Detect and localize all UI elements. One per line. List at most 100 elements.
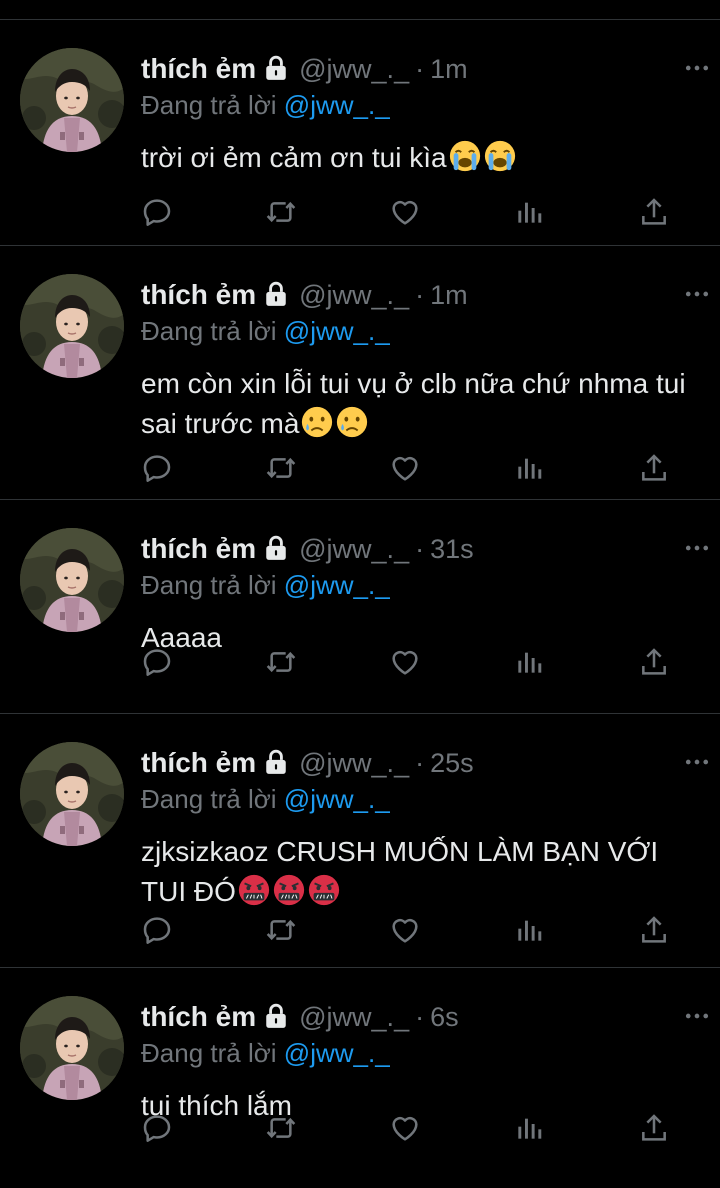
display-name[interactable]: thích ẻm bbox=[141, 53, 256, 85]
face-with-symbols-on-mouth-icon bbox=[272, 873, 306, 907]
tweet[interactable]: thích ẻm @jww_._ · 6s Đang trả lời @jww_… bbox=[0, 968, 720, 1188]
reply-feed: thích ẻm @jww_._ · 1m Đang trả lời @jww_… bbox=[0, 20, 720, 1188]
like-button[interactable] bbox=[389, 914, 421, 946]
reply-button[interactable] bbox=[141, 196, 173, 228]
avatar[interactable] bbox=[20, 274, 124, 378]
reply-button[interactable] bbox=[141, 646, 173, 678]
tweet[interactable]: thích ẻm @jww_._ · 25s Đang trả lời @jww… bbox=[0, 714, 720, 968]
like-button[interactable] bbox=[389, 646, 421, 678]
share-icon bbox=[638, 914, 670, 946]
tweet-content: thích ẻm @jww_._ · 31s Đang trả lời @jww… bbox=[141, 532, 709, 658]
timestamp[interactable]: 1m bbox=[430, 280, 468, 311]
reply-button[interactable] bbox=[141, 1112, 173, 1144]
handle[interactable]: @jww_._ bbox=[299, 280, 409, 311]
avatar[interactable] bbox=[20, 996, 124, 1100]
tweet-actions bbox=[141, 914, 681, 950]
crying-face-icon bbox=[300, 405, 334, 439]
reply-button[interactable] bbox=[141, 452, 173, 484]
share-button[interactable] bbox=[638, 196, 670, 228]
handle[interactable]: @jww_._ bbox=[299, 54, 409, 85]
timestamp[interactable]: 1m bbox=[430, 54, 468, 85]
tweet-actions bbox=[141, 196, 681, 232]
views-button[interactable] bbox=[513, 914, 545, 946]
separator-dot: · bbox=[415, 54, 425, 84]
tweet-text: zjksizkaoz CRUSH MUỐN LÀM BẠN VỚI TUI ĐÓ bbox=[141, 832, 701, 912]
like-button[interactable] bbox=[389, 1112, 421, 1144]
replying-to: Đang trả lời @jww_._ bbox=[141, 570, 701, 604]
retweet-button[interactable] bbox=[265, 1112, 297, 1144]
retweet-icon bbox=[265, 196, 297, 228]
tweet-header: thích ẻm @jww_._ · 31s bbox=[141, 532, 709, 568]
share-button[interactable] bbox=[638, 1112, 670, 1144]
timestamp[interactable]: 25s bbox=[430, 748, 474, 779]
views-icon bbox=[513, 1112, 545, 1144]
lock-icon bbox=[263, 749, 289, 775]
views-button[interactable] bbox=[513, 646, 545, 678]
replying-to-handle[interactable]: @jww_._ bbox=[284, 784, 390, 814]
views-icon bbox=[513, 914, 545, 946]
display-name[interactable]: thích ẻm bbox=[141, 279, 256, 311]
replying-to-label: Đang trả lời bbox=[141, 1038, 277, 1068]
views-icon bbox=[513, 646, 545, 678]
like-button[interactable] bbox=[389, 196, 421, 228]
replying-to-label: Đang trả lời bbox=[141, 316, 277, 346]
display-name[interactable]: thích ẻm bbox=[141, 533, 256, 565]
handle[interactable]: @jww_._ bbox=[299, 534, 409, 565]
tweet[interactable]: thích ẻm @jww_._ · 1m Đang trả lời @jww_… bbox=[0, 20, 720, 246]
retweet-button[interactable] bbox=[265, 196, 297, 228]
like-icon bbox=[389, 452, 421, 484]
loudly-crying-face-icon bbox=[448, 139, 482, 173]
lock-icon bbox=[263, 535, 289, 561]
face-with-symbols-on-mouth-icon bbox=[237, 873, 271, 907]
like-button[interactable] bbox=[389, 452, 421, 484]
views-button[interactable] bbox=[513, 196, 545, 228]
more-options-icon[interactable] bbox=[683, 54, 711, 82]
share-button[interactable] bbox=[638, 646, 670, 678]
reply-icon bbox=[141, 914, 173, 946]
more-options-icon[interactable] bbox=[683, 280, 711, 308]
replying-to-handle[interactable]: @jww_._ bbox=[284, 316, 390, 346]
views-icon bbox=[513, 196, 545, 228]
replying-to-label: Đang trả lời bbox=[141, 90, 277, 120]
display-name[interactable]: thích ẻm bbox=[141, 1001, 256, 1033]
replying-to-handle[interactable]: @jww_._ bbox=[284, 570, 390, 600]
replying-to: Đang trả lời @jww_._ bbox=[141, 784, 701, 818]
share-button[interactable] bbox=[638, 452, 670, 484]
replying-to-handle[interactable]: @jww_._ bbox=[284, 1038, 390, 1068]
tweet[interactable]: thích ẻm @jww_._ · 1m Đang trả lời @jww_… bbox=[0, 246, 720, 500]
display-name[interactable]: thích ẻm bbox=[141, 747, 256, 779]
crying-face-icon bbox=[335, 405, 369, 439]
share-button[interactable] bbox=[638, 914, 670, 946]
retweet-button[interactable] bbox=[265, 452, 297, 484]
like-icon bbox=[389, 1112, 421, 1144]
tweet-text: em còn xin lỗi tui vụ ở clb nữa chứ nhma… bbox=[141, 364, 701, 444]
tweet[interactable]: thích ẻm @jww_._ · 31s Đang trả lời @jww… bbox=[0, 500, 720, 714]
more-options-icon[interactable] bbox=[683, 748, 711, 776]
tweet-content: thích ẻm @jww_._ · 6s Đang trả lời @jww_… bbox=[141, 1000, 709, 1126]
share-icon bbox=[638, 646, 670, 678]
avatar[interactable] bbox=[20, 528, 124, 632]
like-icon bbox=[389, 914, 421, 946]
share-icon bbox=[638, 196, 670, 228]
handle[interactable]: @jww_._ bbox=[299, 748, 409, 779]
retweet-button[interactable] bbox=[265, 914, 297, 946]
reply-icon bbox=[141, 196, 173, 228]
reply-button[interactable] bbox=[141, 914, 173, 946]
tweet-text: trời ơi ẻm cảm ơn tui kìa bbox=[141, 138, 701, 178]
avatar[interactable] bbox=[20, 742, 124, 846]
timestamp[interactable]: 31s bbox=[430, 534, 474, 565]
replying-to-handle[interactable]: @jww_._ bbox=[284, 90, 390, 120]
timestamp[interactable]: 6s bbox=[430, 1002, 459, 1033]
more-options-icon[interactable] bbox=[683, 534, 711, 562]
retweet-icon bbox=[265, 914, 297, 946]
views-button[interactable] bbox=[513, 452, 545, 484]
like-icon bbox=[389, 646, 421, 678]
lock-icon bbox=[263, 1003, 289, 1029]
loudly-crying-face-icon bbox=[483, 139, 517, 173]
tweet-text-body: trời ơi ẻm cảm ơn tui kìa bbox=[141, 142, 447, 173]
retweet-button[interactable] bbox=[265, 646, 297, 678]
handle[interactable]: @jww_._ bbox=[299, 1002, 409, 1033]
views-button[interactable] bbox=[513, 1112, 545, 1144]
more-options-icon[interactable] bbox=[683, 1002, 711, 1030]
avatar[interactable] bbox=[20, 48, 124, 152]
